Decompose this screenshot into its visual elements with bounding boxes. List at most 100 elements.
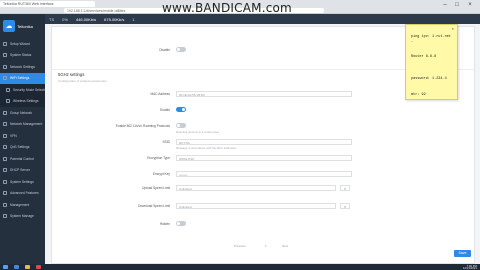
sidebar-item-label: Group Network bbox=[10, 110, 33, 115]
browser-tab[interactable]: Teltonika RUT360 Web Interface bbox=[0, 1, 95, 7]
note-line: - bbox=[411, 40, 414, 44]
field-label: Upload Speed Limit bbox=[142, 186, 170, 190]
sidebar-item[interactable]: VPN bbox=[0, 130, 45, 142]
form-row: Hidden bbox=[52, 221, 474, 228]
browser-icon[interactable] bbox=[14, 265, 19, 269]
prev-page-link[interactable]: Previous bbox=[234, 244, 246, 248]
pagination: Previous 1 Next bbox=[52, 243, 474, 251]
minimize-icon[interactable]: – bbox=[440, 2, 450, 10]
field-input[interactable]: Unlimited bbox=[176, 185, 336, 191]
status-clients: 1 bbox=[132, 16, 135, 22]
sidebar-item[interactable]: Network Settings bbox=[0, 61, 45, 73]
form-row: Enable 802.11k/v/r Roaming Protocols Roam… bbox=[52, 123, 474, 134]
field-label: MAC Address bbox=[150, 92, 171, 96]
field-label: Hidden bbox=[159, 222, 170, 226]
field-label: Download Speed Limit bbox=[138, 204, 170, 208]
field-input[interactable]: RUT-5G bbox=[176, 139, 352, 145]
top-disable-label: Disable bbox=[159, 48, 170, 52]
sidebar-item-label: VPN bbox=[10, 133, 17, 138]
sidebar-item[interactable]: System Status bbox=[0, 50, 45, 62]
unit-dropdown[interactable]: ▾ bbox=[340, 203, 350, 209]
sidebar-item[interactable]: System Manage bbox=[0, 211, 45, 223]
nav-item-icon bbox=[3, 191, 7, 196]
sidebar-item-label: WiFi Settings bbox=[10, 76, 30, 81]
start-icon[interactable] bbox=[3, 265, 8, 269]
sidebar-item-label: QoS Settings bbox=[10, 145, 30, 150]
sidebar-item[interactable]: Wireless Settings bbox=[0, 95, 45, 107]
current-page: 1 bbox=[265, 244, 267, 248]
close-icon[interactable]: × bbox=[452, 26, 454, 31]
field-toggle[interactable] bbox=[176, 107, 186, 112]
sidebar-item[interactable]: WiFi Settings bbox=[0, 72, 45, 84]
sidebar-item[interactable]: Setup Wizard bbox=[0, 38, 45, 50]
sidebar-item-label: Wireless Settings bbox=[13, 99, 39, 104]
clock-date: 12/21/2021 bbox=[463, 266, 477, 270]
sidebar: ☁ Teltonika Setup Wizard System Status Net… bbox=[0, 14, 45, 264]
section-title: 5GHz settings bbox=[58, 72, 85, 77]
sidebar-item[interactable]: Management bbox=[0, 199, 45, 211]
top-disable-toggle[interactable] bbox=[176, 47, 186, 52]
sticky-note[interactable]: × ping ipv: 1.rut.net - Router 8.8.8 pas… bbox=[405, 24, 458, 100]
taskbar: 7:00 PM 12/21/2021 bbox=[0, 264, 480, 270]
maximize-icon[interactable]: □ bbox=[452, 2, 462, 10]
nav-item-icon bbox=[6, 99, 10, 104]
note-line: Router 8.8.8 bbox=[411, 55, 437, 59]
nav-item-icon bbox=[3, 122, 7, 127]
note-line: ping ipv: 1.rut.net bbox=[411, 35, 451, 39]
nav-item-icon bbox=[6, 87, 10, 92]
sidebar-item[interactable]: Parental Control bbox=[0, 153, 45, 165]
nav-item-icon bbox=[3, 64, 7, 69]
nav-item-icon bbox=[3, 53, 7, 58]
sidebar-item-label: Security Mode Selection bbox=[13, 87, 45, 92]
field-input[interactable]: 00:1E:A0:55:1B:D0 bbox=[176, 91, 352, 97]
note-line: mtr: 92 bbox=[411, 93, 426, 97]
folder-icon[interactable] bbox=[25, 265, 30, 269]
save-button[interactable]: Save bbox=[454, 250, 471, 257]
field-toggle[interactable] bbox=[176, 123, 186, 128]
sidebar-item-label: System Settings bbox=[10, 179, 34, 184]
status-cpu: 0% bbox=[62, 16, 68, 22]
recorder-icon[interactable] bbox=[36, 265, 41, 269]
field-label: Encryption Type bbox=[147, 156, 170, 160]
nav-item-icon bbox=[3, 179, 7, 184]
form-row: Encryption Type WPA2-PSK bbox=[52, 155, 474, 162]
sidebar-item[interactable]: Network Management bbox=[0, 119, 45, 131]
field-label: SSID bbox=[162, 140, 170, 144]
status-upload: 446.00Kb/s bbox=[75, 16, 97, 22]
nav-item-icon bbox=[3, 41, 7, 46]
sidebar-item[interactable]: Advanced Features bbox=[0, 188, 45, 200]
next-page-link[interactable]: Next bbox=[282, 244, 288, 248]
sidebar-item[interactable]: Security Mode Selection bbox=[0, 84, 45, 96]
sidebar-item-label: Setup Wizard bbox=[10, 41, 30, 46]
nav-item-icon bbox=[3, 76, 7, 81]
field-input[interactable]: WPA2-PSK bbox=[176, 155, 352, 161]
field-label: Encrypt Key bbox=[152, 172, 170, 176]
close-window-icon[interactable]: × bbox=[465, 2, 475, 10]
nav-item-icon bbox=[3, 145, 7, 150]
field-input[interactable]: •••••••• bbox=[176, 171, 352, 177]
field-hint: Message in accordance with the MAC addre… bbox=[176, 146, 237, 150]
note-line: password: 1.234.4 bbox=[411, 77, 447, 81]
nav-item-icon bbox=[3, 133, 7, 138]
sidebar-item-label: System Manage bbox=[10, 214, 34, 219]
field-input[interactable]: Unlimited bbox=[176, 203, 336, 209]
sidebar-item-label: Network Management bbox=[10, 122, 43, 127]
sidebar-item[interactable]: DHCP Server bbox=[0, 165, 45, 177]
status-download: 675.00Kb/s bbox=[104, 16, 125, 22]
form-row: Encrypt Key •••••••• bbox=[52, 171, 474, 178]
sidebar-item-label: DHCP Server bbox=[10, 168, 30, 173]
nav-item-icon bbox=[3, 214, 7, 219]
sidebar-item[interactable]: QoS Settings bbox=[0, 142, 45, 154]
field-toggle[interactable] bbox=[176, 221, 186, 226]
sidebar-item-label: Advanced Features bbox=[10, 191, 39, 196]
browser-toolbar: Teltonika RUT360 Web Interface 192.168.1… bbox=[0, 0, 480, 15]
unit-dropdown[interactable]: ▾ bbox=[340, 185, 350, 191]
recorder-watermark: www.BANDICAM.com bbox=[162, 1, 292, 15]
section-subtitle: Configuration of wireless parameters bbox=[58, 79, 107, 83]
logo-text: Teltonika bbox=[17, 23, 33, 29]
sidebar-item[interactable]: Group Network bbox=[0, 107, 45, 119]
nav-item-icon bbox=[3, 156, 7, 161]
field-label: Enable bbox=[160, 108, 170, 112]
status-ts: TS bbox=[49, 16, 55, 22]
sidebar-item[interactable]: System Settings bbox=[0, 176, 45, 188]
